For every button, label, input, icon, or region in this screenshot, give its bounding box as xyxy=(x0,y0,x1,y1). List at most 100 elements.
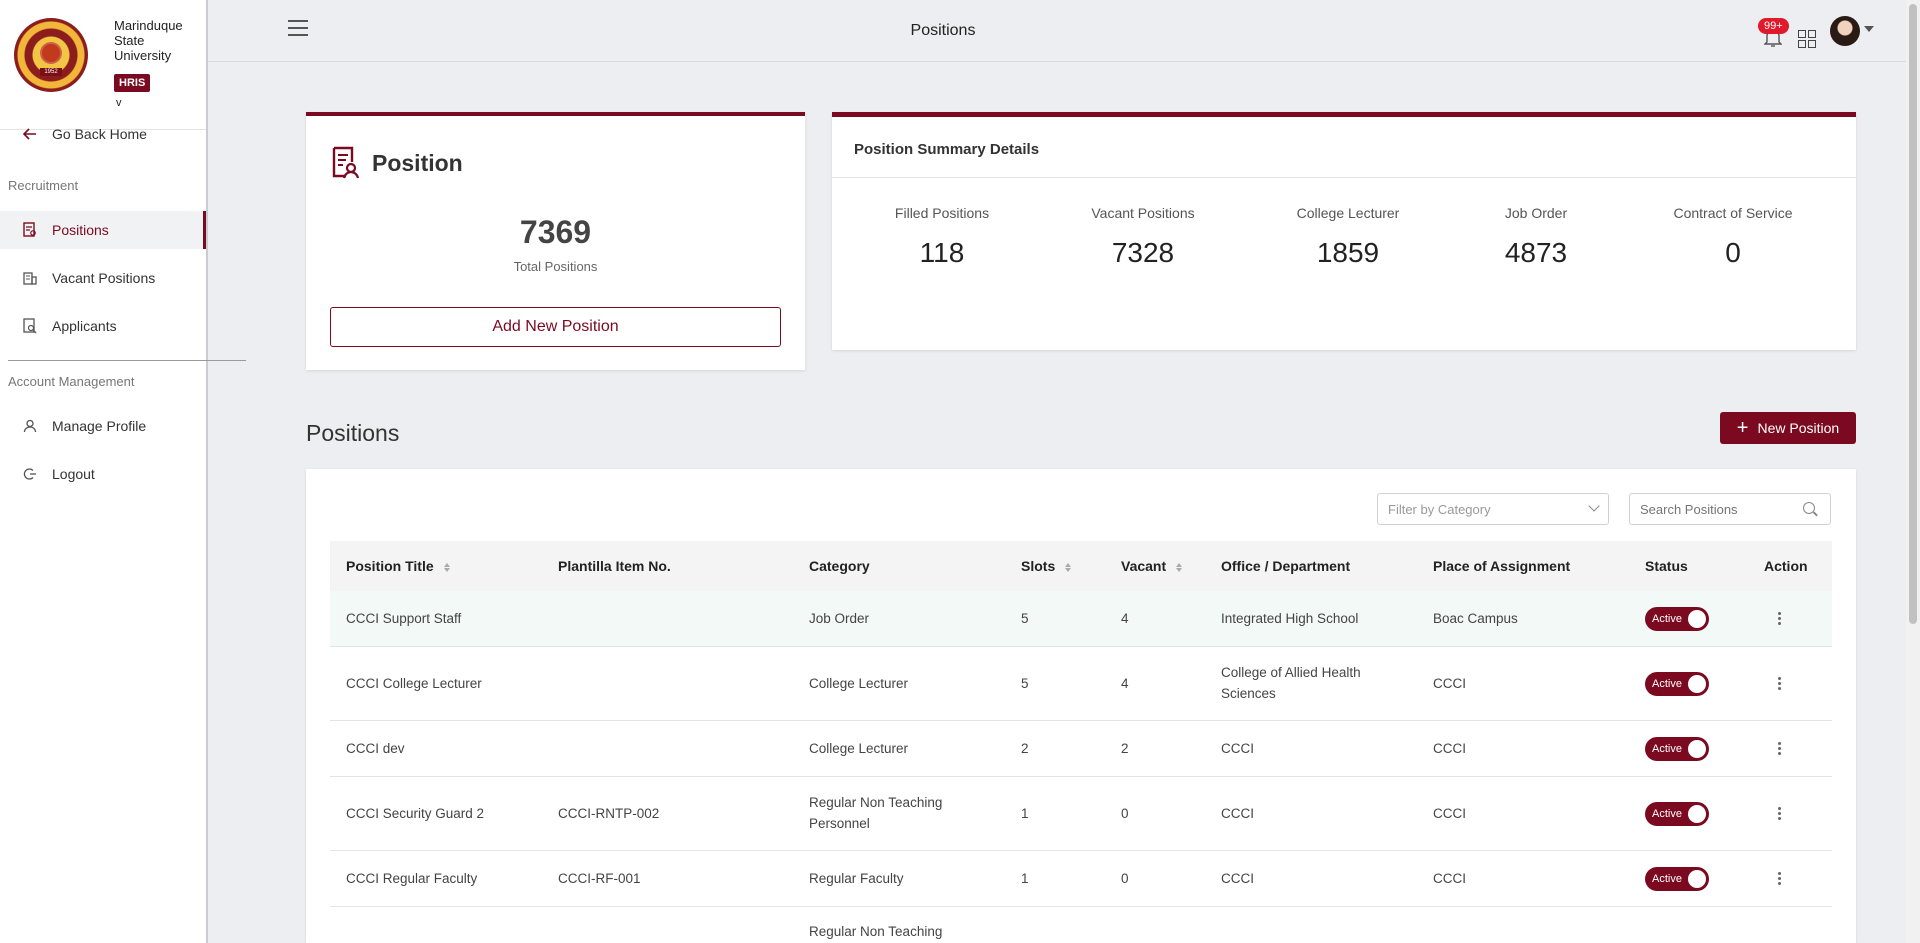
cell-title: CCCI Regular Faculty xyxy=(346,871,478,886)
sidebar-item-label: Positions xyxy=(52,222,109,238)
user-icon xyxy=(22,418,38,434)
sidebar-item-logout[interactable]: Logout xyxy=(0,455,206,493)
page-scrollbar[interactable] xyxy=(1906,0,1920,943)
col-position-title[interactable]: Position Title xyxy=(346,558,450,574)
add-new-position-button[interactable]: Add New Position xyxy=(330,307,781,347)
cell-vacant: 4 xyxy=(1121,676,1129,691)
table-row[interactable]: CCCI Regular Faculty CCCI-RF-001 Regular… xyxy=(330,851,1832,907)
position-card: Position 7369 Total Positions Add New Po… xyxy=(306,112,805,370)
sort-icon[interactable] xyxy=(1176,562,1183,573)
filter-category-select[interactable]: Filter by Category xyxy=(1377,493,1609,525)
table-header: Position Title Plantilla Item No. Catego… xyxy=(330,541,1832,591)
status-toggle[interactable]: Active xyxy=(1645,672,1709,696)
sort-icon[interactable] xyxy=(1065,562,1072,573)
sidebar-item-applicants[interactable]: Applicants xyxy=(0,307,206,345)
sidebar-item-label: Manage Profile xyxy=(52,418,147,434)
cell-title: CCCI Support Staff xyxy=(346,611,462,626)
logout-icon xyxy=(22,466,38,482)
cell-slots: 5 xyxy=(1021,676,1029,691)
col-office: Office / Department xyxy=(1221,558,1351,574)
cell-plantilla: CCCI-RF-001 xyxy=(558,871,641,886)
total-positions-label: Total Positions xyxy=(513,259,598,274)
sort-icon[interactable] xyxy=(443,562,450,573)
sidebar-item-vacant-positions[interactable]: Vacant Positions xyxy=(0,259,206,297)
cell-slots: 5 xyxy=(1021,611,1029,626)
search-positions-input[interactable] xyxy=(1629,493,1831,525)
cell-place: CCCI xyxy=(1433,676,1466,691)
col-category: Category xyxy=(809,558,870,574)
table-row[interactable]: CCCI Support Staff Job Order 5 4 Integra… xyxy=(330,591,1832,647)
sidebar-item-positions[interactable]: Positions xyxy=(0,211,206,249)
cell-slots: 1 xyxy=(1021,871,1029,886)
cell-category: College Lecturer xyxy=(809,741,909,756)
sidebar-item-label: Vacant Positions xyxy=(52,270,156,286)
status-label: Active xyxy=(1652,873,1682,885)
chevron-down-icon[interactable] xyxy=(1864,26,1874,32)
summary-vacant-positions: Vacant Positions 7328 xyxy=(1043,205,1243,269)
cell-office: CCCI xyxy=(1221,871,1254,886)
new-position-button[interactable]: + New Position xyxy=(1720,412,1856,444)
status-toggle[interactable]: Active xyxy=(1645,802,1709,826)
cell-office: College of Allied Health Sciences xyxy=(1221,665,1361,701)
brand: 1952 Marinduque State University HRIS v xyxy=(0,0,206,130)
cell-title: CCCI College Lecturer xyxy=(346,676,482,691)
version-label: v xyxy=(116,97,122,109)
search-document-icon xyxy=(22,318,38,334)
apps-grid-icon[interactable] xyxy=(1798,30,1816,48)
plus-icon: + xyxy=(1736,417,1749,439)
table-row[interactable]: CCCI College Lecturer College Lecturer 5… xyxy=(330,647,1832,721)
summary-value: 4873 xyxy=(1504,237,1568,268)
filter-placeholder: Filter by Category xyxy=(1388,501,1491,517)
table-row[interactable]: Regular Non Teaching xyxy=(330,907,1832,943)
position-card-title: Position xyxy=(330,146,463,180)
positions-table-card: Filter by Category Position Title Planti… xyxy=(306,469,1856,943)
summary-label: College Lecturer xyxy=(1296,205,1400,221)
cell-category: Job Order xyxy=(809,611,870,626)
arrow-left-icon xyxy=(22,126,38,142)
more-vertical-icon[interactable] xyxy=(1778,742,1782,757)
more-vertical-icon[interactable] xyxy=(1778,677,1782,692)
table-row[interactable]: CCCI Security Guard 2 CCCI-RNTP-002 Regu… xyxy=(330,777,1832,851)
building-icon xyxy=(22,270,38,286)
sidebar-item-manage-profile[interactable]: Manage Profile xyxy=(0,407,206,445)
more-vertical-icon[interactable] xyxy=(1778,807,1782,822)
status-toggle[interactable]: Active xyxy=(1645,867,1709,891)
status-toggle[interactable]: Active xyxy=(1645,737,1709,761)
cell-title: CCCI Security Guard 2 xyxy=(346,806,485,821)
go-back-home-link[interactable]: Go Back Home xyxy=(0,115,206,153)
cell-place: CCCI xyxy=(1433,806,1466,821)
cell-place: CCCI xyxy=(1433,741,1466,756)
summary-value: 118 xyxy=(919,237,965,268)
search-icon[interactable] xyxy=(1803,502,1815,514)
summary-contract-of-service: Contract of Service 0 xyxy=(1633,205,1833,269)
col-vacant[interactable]: Vacant xyxy=(1121,558,1183,574)
status-label: Active xyxy=(1652,678,1682,690)
go-back-home-label: Go Back Home xyxy=(52,126,147,142)
topbar: Positions 99+ xyxy=(208,0,1920,62)
chevron-down-icon xyxy=(1588,500,1600,512)
position-summary-card: Position Summary Details Filled Position… xyxy=(832,112,1856,350)
col-slots[interactable]: Slots xyxy=(1021,558,1072,574)
status-toggle[interactable]: Active xyxy=(1645,607,1709,631)
notification-badge: 99+ xyxy=(1758,18,1789,34)
more-vertical-icon[interactable] xyxy=(1778,872,1782,887)
avatar[interactable] xyxy=(1830,16,1860,46)
document-user-icon xyxy=(330,146,360,180)
cell-title: CCCI dev xyxy=(346,741,405,756)
cell-place: CCCI xyxy=(1433,871,1466,886)
cell-vacant: 4 xyxy=(1121,611,1129,626)
cell-slots: 2 xyxy=(1021,741,1029,756)
more-vertical-icon[interactable] xyxy=(1778,612,1782,627)
col-status: Status xyxy=(1645,558,1688,574)
summary-value: 0 xyxy=(1725,237,1741,268)
cell-vacant: 0 xyxy=(1121,871,1129,886)
scroll-thumb[interactable] xyxy=(1909,4,1917,624)
cell-category: Regular Non Teaching xyxy=(809,924,943,939)
section-recruitment: Recruitment xyxy=(8,178,79,193)
cell-vacant: 0 xyxy=(1121,806,1129,821)
cell-category: Regular Non Teaching Personnel xyxy=(809,795,943,831)
summary-value: 7328 xyxy=(1111,237,1175,268)
status-label: Active xyxy=(1652,613,1682,625)
summary-label: Contract of Service xyxy=(1673,205,1793,221)
table-row[interactable]: CCCI dev College Lecturer 2 2 CCCI CCCI … xyxy=(330,721,1832,777)
